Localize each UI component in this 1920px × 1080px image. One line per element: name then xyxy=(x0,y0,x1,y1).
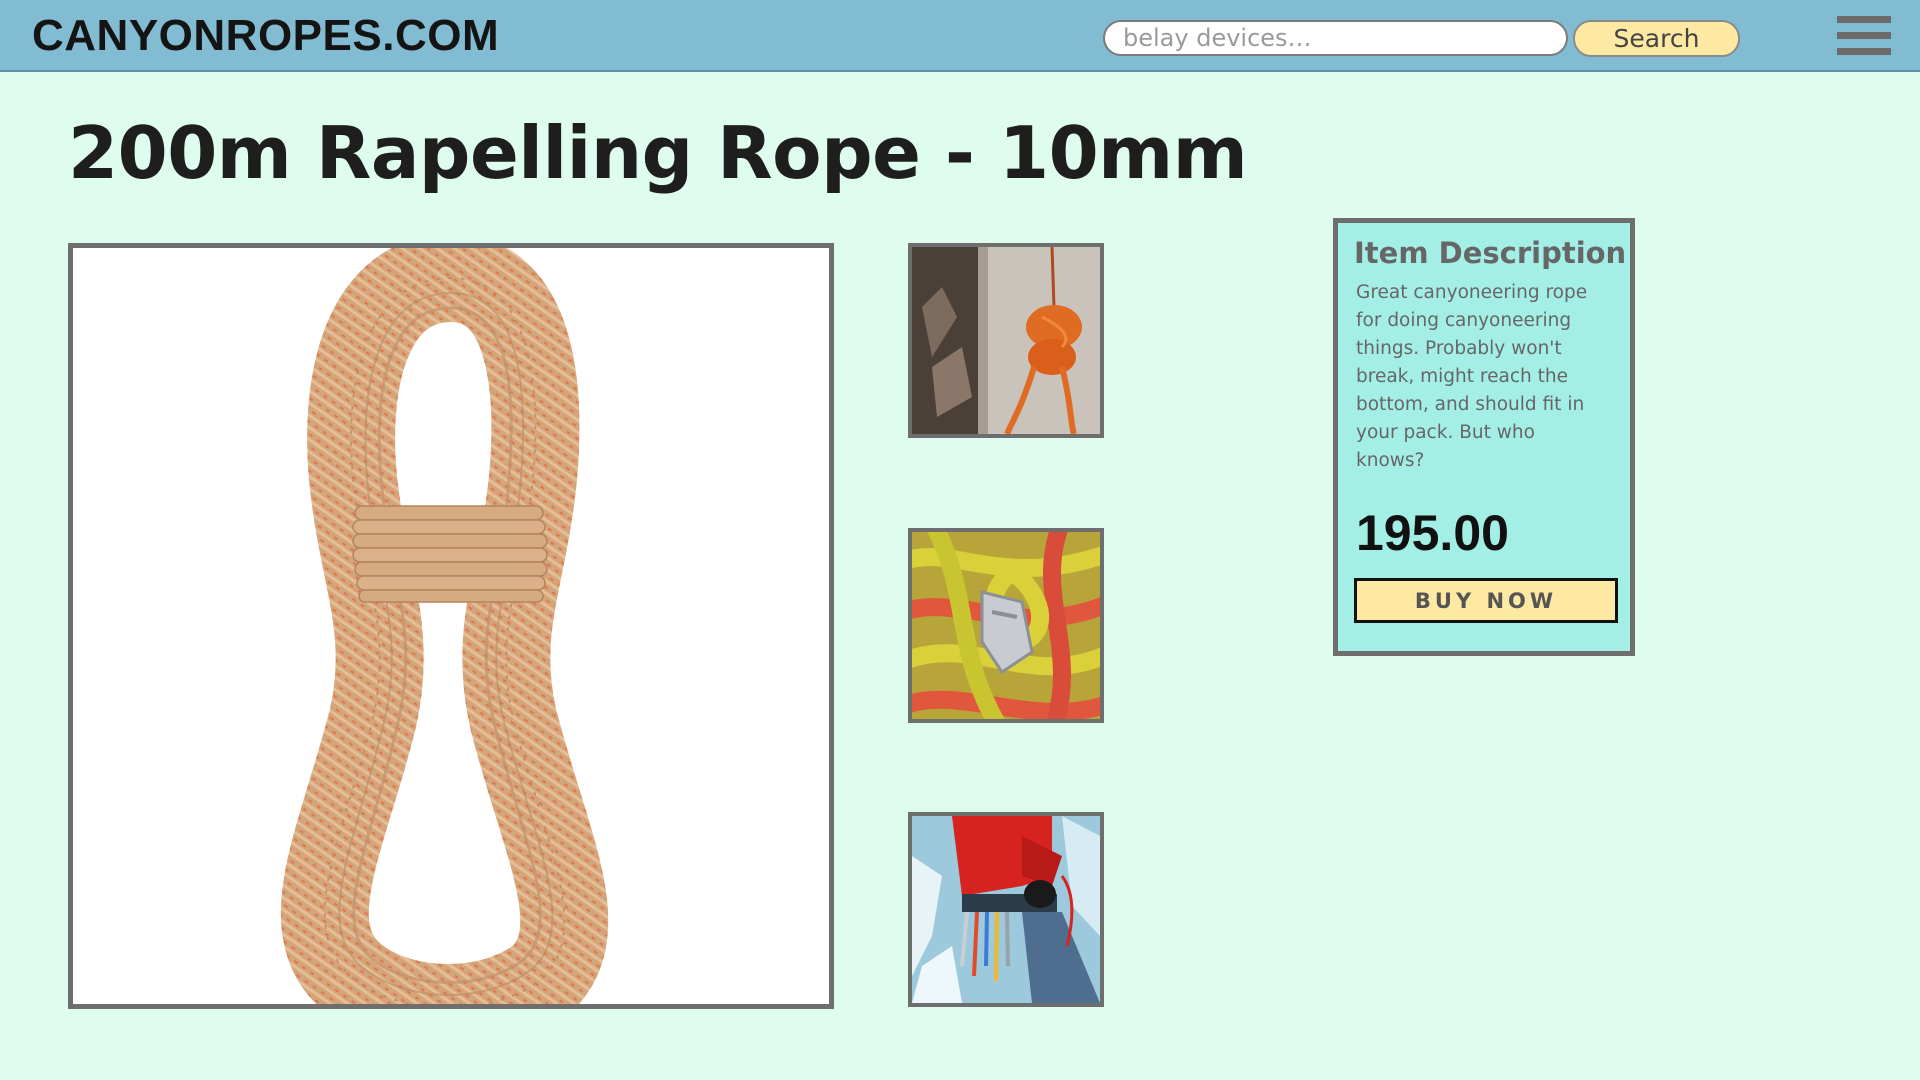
rope-on-rock-image xyxy=(912,247,1100,434)
thumbnail-1[interactable] xyxy=(908,243,1104,438)
thumbnail-2[interactable] xyxy=(908,528,1104,723)
climber-with-gear-image xyxy=(912,816,1100,1003)
product-title: 200m Rapelling Rope - 10mm xyxy=(68,111,1248,195)
main-product-image xyxy=(68,243,834,1009)
buy-now-button[interactable]: BUY NOW xyxy=(1354,578,1618,623)
site-logo[interactable]: CANYONROPES.COM xyxy=(32,12,499,60)
product-price: 195.00 xyxy=(1356,505,1509,561)
hamburger-menu-icon[interactable] xyxy=(1837,16,1891,56)
item-description-card: Item Description Great canyoneering rope… xyxy=(1333,218,1635,656)
site-header: CANYONROPES.COM Search xyxy=(0,0,1920,72)
item-description-heading: Item Description xyxy=(1354,236,1627,270)
item-description-text: Great canyoneering rope for doing canyon… xyxy=(1356,282,1588,471)
ropes-with-belay-device-image xyxy=(912,532,1100,719)
coiled-rope-image xyxy=(280,248,609,1004)
search-input[interactable] xyxy=(1103,20,1568,56)
thumbnail-3[interactable] xyxy=(908,812,1104,1007)
search-button[interactable]: Search xyxy=(1573,20,1740,57)
